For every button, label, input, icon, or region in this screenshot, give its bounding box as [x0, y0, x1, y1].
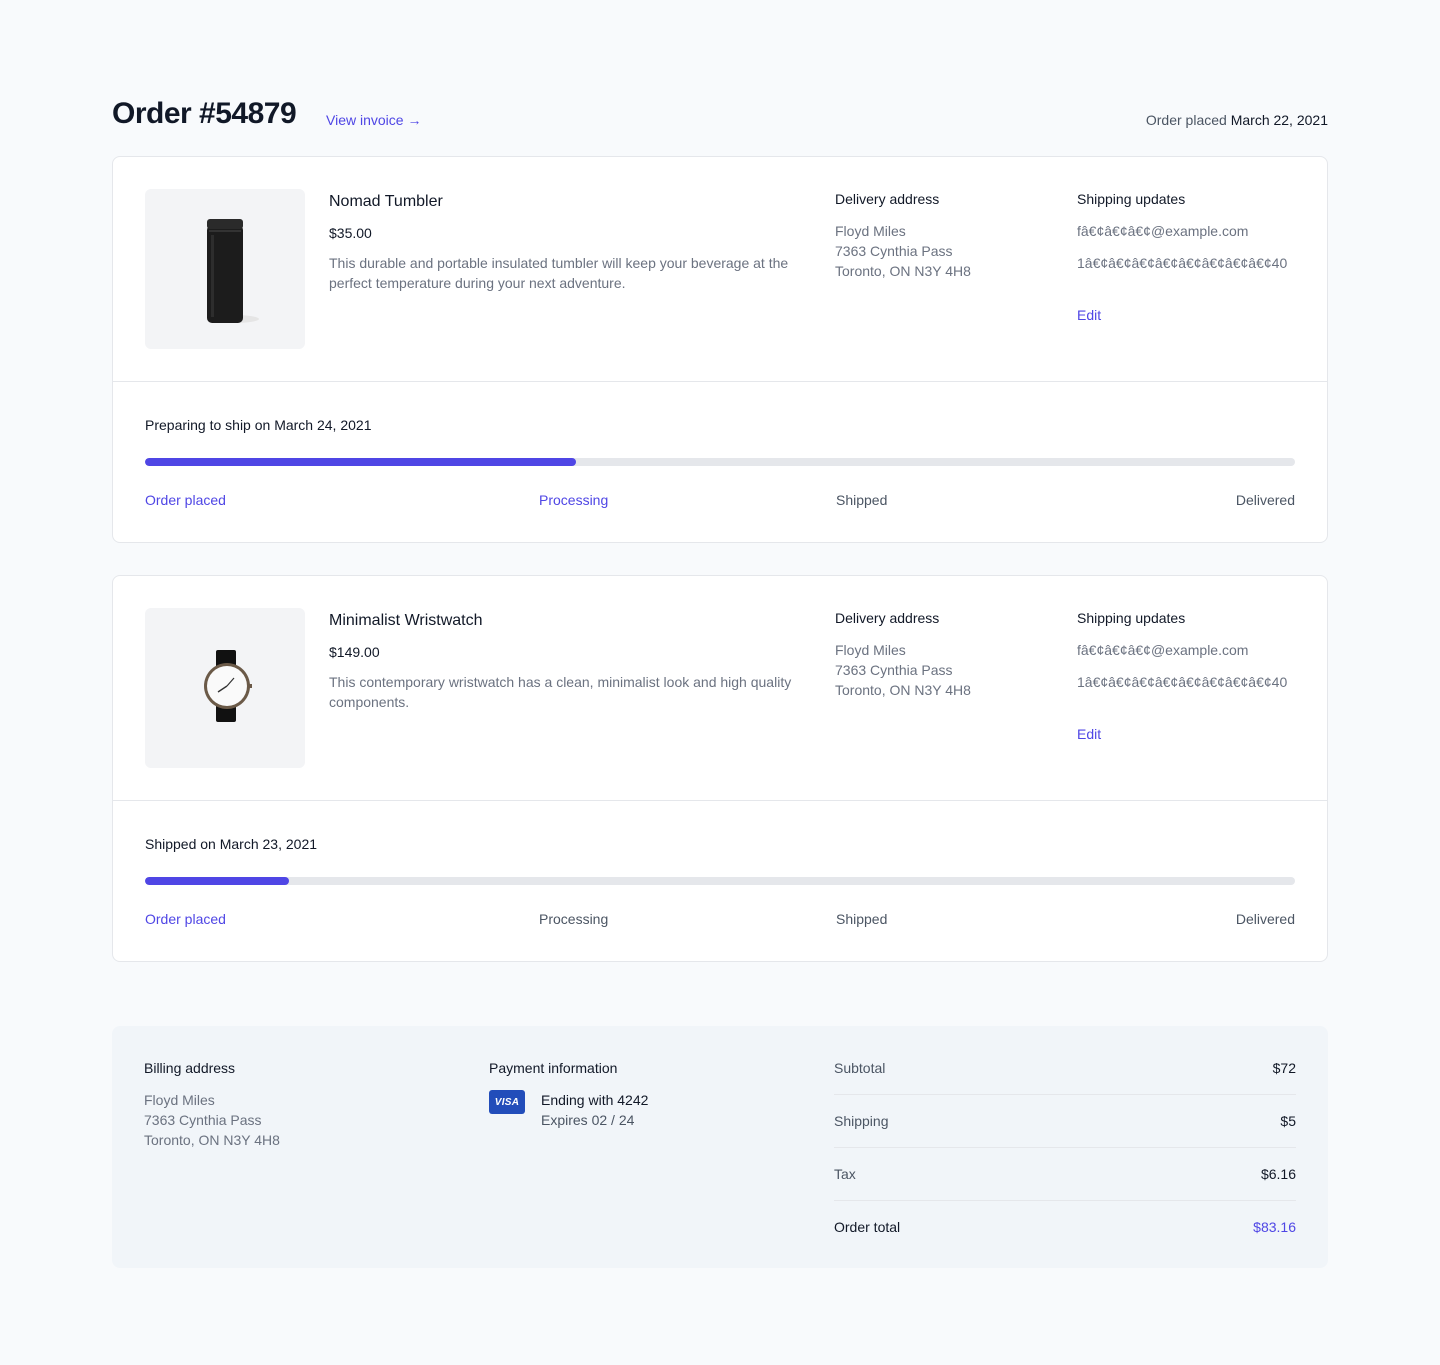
totals-label: Subtotal [834, 1060, 886, 1076]
address-line: Toronto, ON N3Y 4H8 [835, 263, 971, 279]
delivery-address-heading: Delivery address [835, 191, 940, 207]
progress-bar [145, 458, 1295, 466]
edit-shipping-updates-link[interactable]: Edit [1077, 724, 1101, 744]
step-delivered: Delivered [1235, 911, 1295, 927]
address-line: 7363 Cynthia Pass [144, 1112, 262, 1128]
delivery-address: Floyd Miles 7363 Cynthia Pass Toronto, O… [835, 640, 971, 700]
totals-value: $6.16 [1260, 1166, 1296, 1182]
order-totals: Subtotal $72 Shipping $5 Tax $6.16 Order… [834, 1058, 1296, 1254]
address-line: Toronto, ON N3Y 4H8 [835, 682, 971, 698]
progress-fill [145, 458, 577, 466]
order-summary: Billing address Floyd Miles 7363 Cynthia… [112, 1026, 1328, 1268]
step-shipped: Shipped [836, 492, 888, 508]
shipment-progress: Preparing to ship on March 24, 2021 Orde… [113, 382, 1327, 542]
progress-fill [145, 877, 289, 885]
shipment-status: Shipped on March 23, 2021 [145, 836, 318, 852]
product-details: Minimalist Wristwatch $149.00 This conte… [113, 576, 1327, 801]
address-line: Floyd Miles [835, 642, 906, 658]
order-placed-info: Order placed March 22, 2021 [1146, 110, 1328, 130]
step-processing: Processing [539, 492, 609, 508]
page-title: Order #54879 [112, 97, 297, 130]
product-image-wristwatch [145, 608, 305, 768]
card-expiry: Expires 02 / 24 [541, 1112, 635, 1128]
billing-address: Floyd Miles 7363 Cynthia Pass Toronto, O… [144, 1090, 280, 1150]
product-price: $149.00 [329, 644, 380, 660]
shipping-updates-heading: Shipping updates [1077, 191, 1186, 207]
card-ending: Ending with 4242 [541, 1092, 649, 1108]
address-line: 7363 Cynthia Pass [835, 662, 953, 678]
contact-phone: 1â€¢â€¢â€¢â€¢â€¢â€¢â€¢â€¢40 [1077, 255, 1288, 271]
payment-information-heading: Payment information [489, 1060, 618, 1076]
shipment-progress: Shipped on March 23, 2021 Order placed P… [113, 801, 1327, 961]
totals-value: $5 [1280, 1113, 1296, 1129]
step-shipped: Shipped [836, 911, 888, 927]
delivery-address: Floyd Miles 7363 Cynthia Pass Toronto, O… [835, 221, 971, 281]
product-price: $35.00 [329, 225, 372, 241]
address-line: Floyd Miles [144, 1092, 215, 1108]
contact-email: fâ€¢â€¢â€¢@example.com [1077, 642, 1249, 658]
address-line: Toronto, ON N3Y 4H8 [144, 1132, 280, 1148]
card-details: Ending with 4242 Expires 02 / 24 [541, 1090, 648, 1130]
product-card: Minimalist Wristwatch $149.00 This conte… [112, 575, 1328, 962]
totals-row-order-total: Order total $83.16 [834, 1201, 1296, 1254]
shipping-updates-heading: Shipping updates [1077, 610, 1186, 626]
totals-value: $83.16 [1253, 1219, 1296, 1235]
product-image-tumbler [145, 189, 305, 349]
step-order-placed: Order placed [145, 911, 226, 927]
address-line: 7363 Cynthia Pass [835, 243, 953, 259]
product-description: This durable and portable insulated tumb… [329, 255, 789, 291]
edit-shipping-updates-link[interactable]: Edit [1077, 305, 1101, 325]
totals-label: Tax [834, 1166, 856, 1182]
order-placed-label: Order placed [1145, 112, 1227, 128]
totals-row-shipping: Shipping $5 [834, 1095, 1296, 1148]
product-name: Minimalist Wristwatch [329, 612, 483, 629]
step-order-placed: Order placed [145, 492, 226, 508]
product-description: This contemporary wristwatch has a clean… [329, 674, 792, 710]
delivery-address-heading: Delivery address [835, 610, 940, 626]
shipping-updates: fâ€¢â€¢â€¢@example.com 1â€¢â€¢â€¢â€¢â€¢â… [1077, 640, 1297, 692]
step-processing: Processing [539, 911, 609, 927]
product-card: Nomad Tumbler $35.00 This durable and po… [112, 156, 1328, 543]
contact-phone: 1â€¢â€¢â€¢â€¢â€¢â€¢â€¢â€¢40 [1077, 674, 1288, 690]
order-header: Order #54879 View invoice → Order placed… [112, 96, 1328, 136]
product-name: Nomad Tumbler [329, 193, 443, 210]
step-delivered: Delivered [1235, 492, 1295, 508]
order-placed-date: March 22, 2021 [1230, 112, 1328, 128]
totals-row-subtotal: Subtotal $72 [834, 1058, 1296, 1095]
billing-address-heading: Billing address [144, 1060, 236, 1076]
contact-email: fâ€¢â€¢â€¢@example.com [1077, 223, 1249, 239]
totals-label: Order total [834, 1219, 901, 1235]
view-invoice-link[interactable]: View invoice → [326, 110, 421, 130]
totals-label: Shipping [834, 1113, 889, 1129]
shipping-updates: fâ€¢â€¢â€¢@example.com 1â€¢â€¢â€¢â€¢â€¢â… [1077, 221, 1297, 273]
progress-bar [145, 877, 1295, 885]
visa-card-icon: VISA [489, 1090, 525, 1114]
shipment-status: Preparing to ship on March 24, 2021 [145, 417, 372, 433]
address-line: Floyd Miles [835, 223, 906, 239]
totals-value: $72 [1272, 1060, 1296, 1076]
totals-row-tax: Tax $6.16 [834, 1148, 1296, 1201]
product-details: Nomad Tumbler $35.00 This durable and po… [113, 157, 1327, 382]
